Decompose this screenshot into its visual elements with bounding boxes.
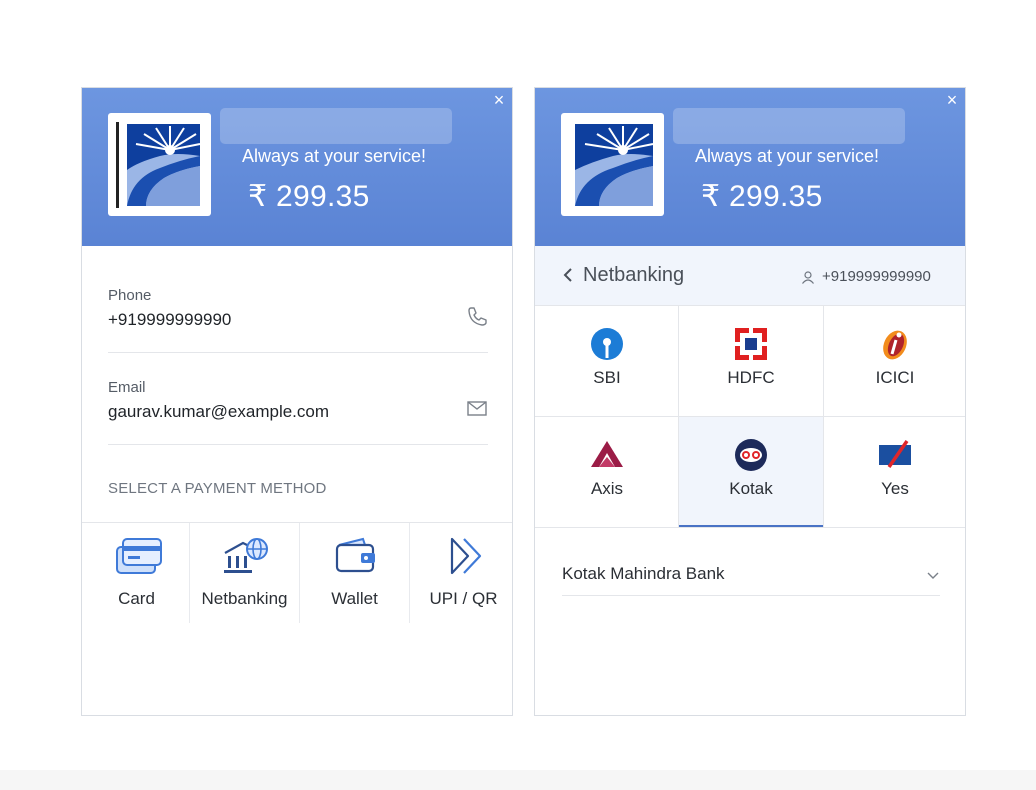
wallet-icon [335, 537, 375, 573]
method-upi-label: UPI / QR [429, 589, 498, 608]
user-icon [802, 271, 814, 284]
merchant-header: × Always at your service! ₹ 299.35 [535, 88, 965, 246]
method-netbanking-label: Netbanking [201, 589, 288, 608]
payment-amount: ₹ 299.35 [248, 180, 370, 213]
email-value[interactable]: gaurav.kumar@example.com [108, 402, 329, 422]
bank-kotak[interactable]: Kotak [679, 417, 823, 527]
phone-icon [468, 307, 487, 326]
axis-logo-icon [591, 441, 623, 467]
back-chevron-icon[interactable] [561, 266, 575, 284]
upi-icon [450, 537, 481, 575]
bank-select-value: Kotak Mahindra Bank [562, 564, 725, 583]
close-icon[interactable]: × [494, 90, 505, 110]
bank-kotak-label: Kotak [729, 479, 773, 498]
merchant-logo [561, 113, 664, 216]
method-wallet[interactable]: Wallet [300, 523, 409, 623]
close-button[interactable]: × [490, 91, 508, 109]
netbanking-nav-bar: Netbanking +919999999990 [535, 246, 965, 306]
bank-select-dropdown[interactable]: Kotak Mahindra Bank [562, 556, 940, 596]
close-button[interactable]: × [943, 91, 961, 109]
chevron-down-icon [927, 572, 939, 579]
payment-method-list: Card Netbanking Wallet UPI / QR [82, 522, 512, 624]
sbi-logo-icon [591, 328, 623, 360]
bank-axis[interactable]: Axis [535, 417, 679, 527]
road-logo-icon [569, 122, 655, 208]
bank-icici[interactable]: ICICI [823, 306, 965, 416]
method-upi-qr[interactable]: UPI / QR [409, 523, 512, 623]
card-icon [115, 538, 162, 574]
envelope-icon [467, 401, 487, 416]
bank-sbi-label: SBI [593, 368, 621, 387]
checkout-panel-details: × Always at your service! ₹ 299.35 Phone… [81, 87, 513, 716]
bank-yes-label: Yes [881, 479, 909, 498]
phone-field[interactable]: Phone +919999999990 [108, 283, 488, 353]
grid-divider [823, 306, 824, 528]
method-wallet-label: Wallet [331, 589, 378, 608]
bank-globe-icon [223, 538, 268, 573]
bank-sbi[interactable]: SBI [535, 306, 679, 416]
kotak-logo-icon [735, 439, 767, 471]
bank-yes[interactable]: Yes [823, 417, 965, 527]
bank-hdfc-label: HDFC [727, 368, 775, 387]
method-netbanking[interactable]: Netbanking [190, 523, 299, 623]
netbanking-title: Netbanking [583, 264, 685, 286]
netbanking-phone: +919999999990 [822, 268, 931, 285]
checkout-panel-netbanking: × Always at your service! ₹ 299.35 Netba… [534, 87, 966, 716]
method-card[interactable]: Card [82, 523, 191, 623]
page-bottom-strip [0, 770, 1036, 790]
grid-divider [678, 306, 679, 528]
close-icon[interactable]: × [947, 90, 958, 110]
icici-logo-icon [883, 330, 907, 360]
road-logo-icon [116, 122, 202, 208]
merchant-logo [108, 113, 211, 216]
email-label: Email [108, 379, 146, 396]
bank-grid: SBI HDFC ICICI Axis Kotak Yes [535, 306, 965, 528]
grid-divider [535, 416, 965, 417]
bank-hdfc[interactable]: HDFC [679, 306, 823, 416]
payment-method-heading: SELECT A PAYMENT METHOD [108, 480, 327, 497]
phone-label: Phone [108, 287, 152, 304]
bank-icici-label: ICICI [875, 368, 915, 387]
phone-value[interactable]: +919999999990 [108, 310, 231, 330]
email-field[interactable]: Email gaurav.kumar@example.com [108, 375, 488, 445]
merchant-tagline: Always at your service! [242, 146, 427, 166]
merchant-name-placeholder [220, 108, 452, 144]
yes-logo-icon [879, 440, 911, 468]
method-card-label: Card [118, 589, 155, 608]
hdfc-logo-icon [735, 328, 767, 360]
merchant-name-placeholder [673, 108, 905, 144]
bank-axis-label: Axis [590, 479, 624, 498]
merchant-header: × Always at your service! ₹ 299.35 [82, 88, 512, 246]
payment-amount: ₹ 299.35 [701, 180, 823, 213]
merchant-tagline: Always at your service! [695, 146, 880, 166]
